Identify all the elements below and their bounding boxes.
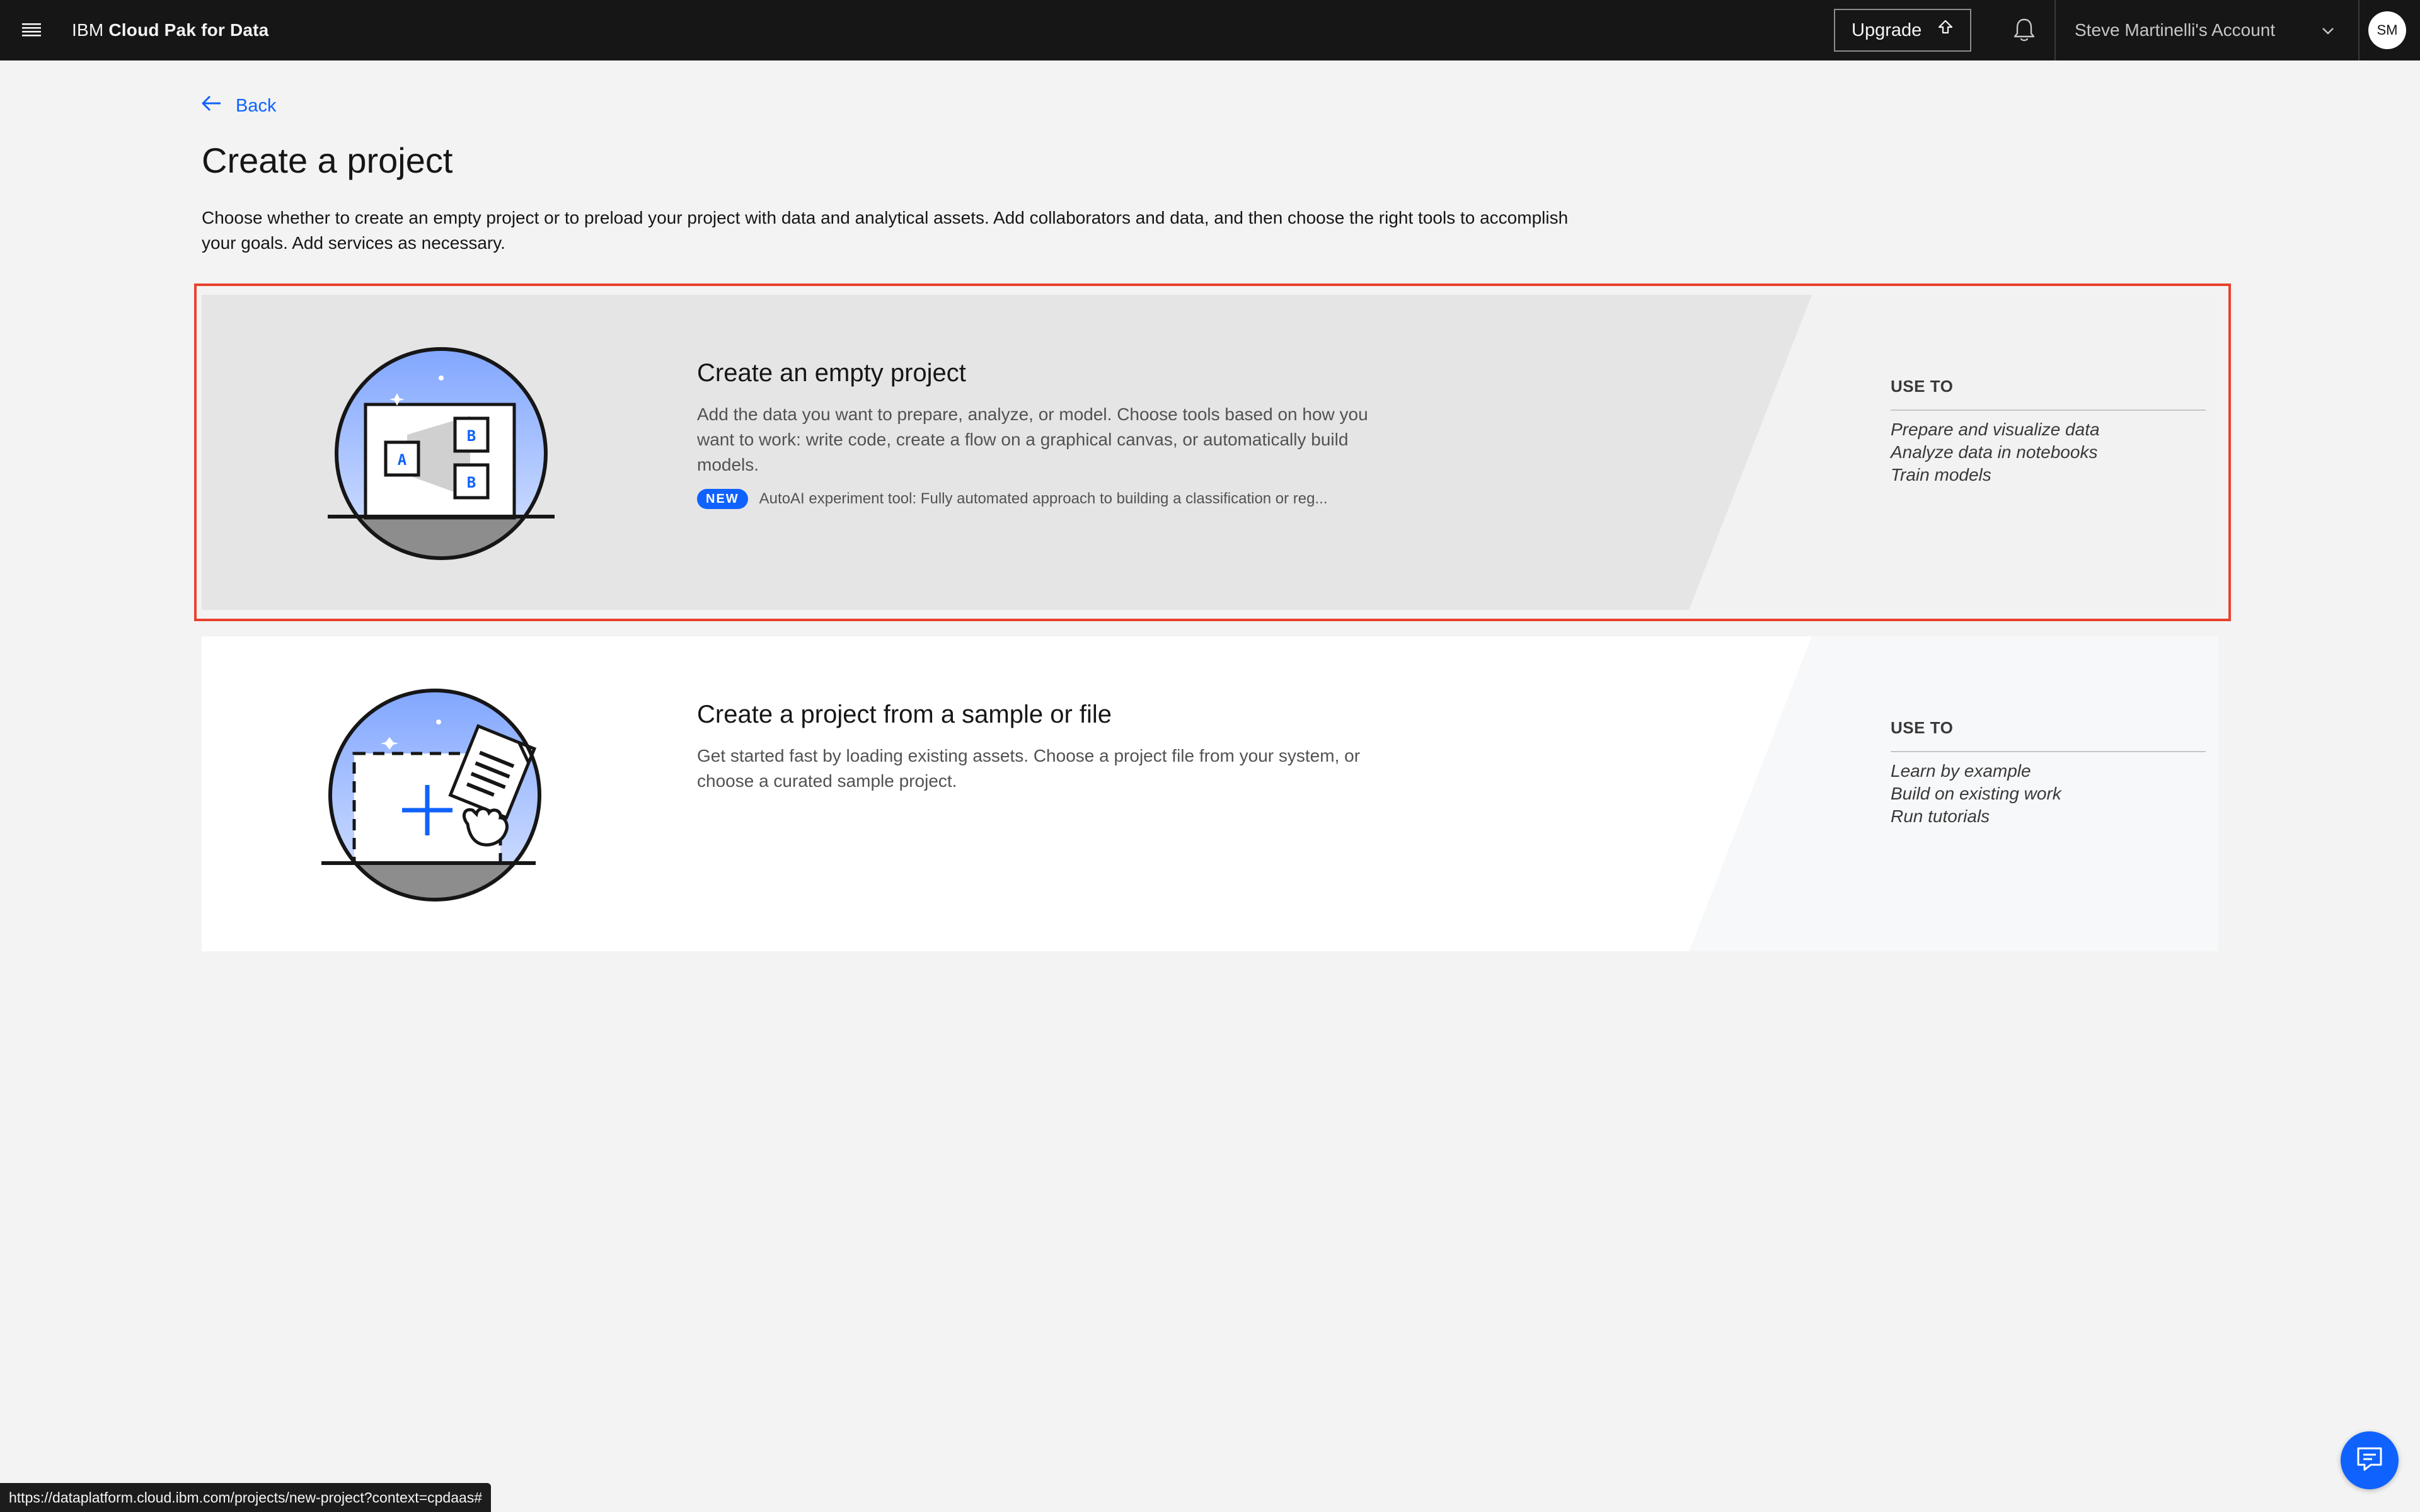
use-to-list: Learn by example Build on existing work … — [1891, 760, 2061, 828]
option-title: Create an empty project — [697, 359, 966, 387]
use-to-list: Prepare and visualize data Analyze data … — [1891, 418, 2100, 486]
upgrade-button[interactable]: Upgrade — [1834, 9, 1971, 52]
svg-text:B: B — [467, 474, 476, 491]
use-to-divider — [1891, 410, 2206, 411]
empty-project-illustration: A B B — [328, 347, 555, 560]
brand-name: Cloud Pak for Data — [108, 20, 269, 40]
option-tile-empty-project[interactable]: A B B Create an empty project Add the da… — [202, 295, 2218, 610]
chat-icon — [2356, 1446, 2383, 1475]
option-description: Add the data you want to prepare, analyz… — [697, 404, 1368, 474]
new-badge: NEW — [697, 489, 748, 509]
header-divider — [2358, 0, 2360, 60]
chevron-down-icon — [2320, 23, 2336, 43]
account-name: Steve Martinelli's Account — [2075, 20, 2276, 40]
arrow-left-icon — [200, 94, 222, 118]
back-label: Back — [236, 95, 277, 116]
new-feature-row: NEW AutoAI experiment tool: Fully automa… — [697, 488, 1328, 510]
back-link[interactable]: Back — [200, 92, 276, 120]
upgrade-label: Upgrade — [1852, 20, 1922, 40]
sample-project-illustration — [321, 689, 541, 902]
notification-icon[interactable] — [2002, 14, 2047, 47]
option-tile-sample-or-file[interactable]: Create a project from a sample or file G… — [202, 636, 2218, 951]
new-feature-text: AutoAI experiment tool: Fully automated … — [759, 490, 1328, 507]
use-to-item: Analyze data in notebooks — [1891, 442, 2098, 462]
avatar[interactable]: SM — [2368, 11, 2406, 49]
use-to-item: Train models — [1891, 465, 1991, 484]
use-to-label: USE TO — [1891, 377, 1954, 396]
top-header: IBM Cloud Pak for Data Upgrade Steve Mar… — [0, 0, 2420, 60]
use-to-item: Learn by example — [1891, 761, 2031, 781]
use-to-item: Build on existing work — [1891, 784, 2061, 803]
use-to-item: Prepare and visualize data — [1891, 420, 2100, 439]
page-description: Choose whether to create an empty projec… — [202, 208, 1569, 253]
svg-text:A: A — [398, 451, 407, 469]
account-switcher[interactable]: Steve Martinelli's Account — [2056, 0, 2357, 60]
status-bar-url: https://dataplatform.cloud.ibm.com/proje… — [0, 1483, 492, 1512]
brand-prefix: IBM — [72, 20, 104, 40]
option-description: Get started fast by loading existing ass… — [697, 746, 1361, 791]
upload-icon — [1937, 19, 1954, 42]
brand-title[interactable]: IBM Cloud Pak for Data — [72, 0, 268, 60]
option-title: Create a project from a sample or file — [697, 701, 1112, 728]
use-to-item: Run tutorials — [1891, 806, 1990, 826]
menu-icon[interactable] — [13, 11, 50, 49]
use-to-label: USE TO — [1891, 718, 1954, 737]
use-to-divider — [1891, 751, 2206, 752]
chat-button[interactable] — [2341, 1431, 2399, 1489]
svg-text:B: B — [467, 427, 476, 445]
page-title: Create a project — [202, 140, 453, 180]
